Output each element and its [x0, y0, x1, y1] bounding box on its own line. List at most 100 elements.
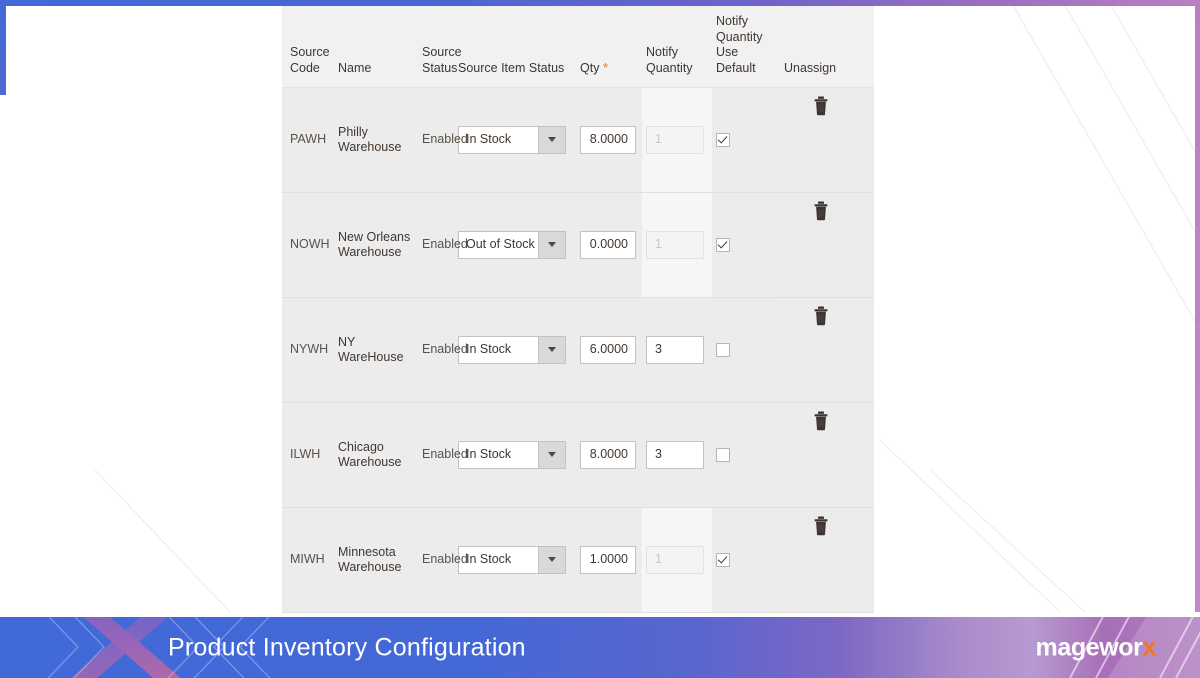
notify-quantity-input[interactable]: 3	[646, 440, 704, 469]
source-code-value: NOWH	[290, 237, 330, 252]
cell-qty: 8.0000	[576, 402, 642, 508]
cell-source-code: MIWH	[282, 507, 334, 613]
notify-qty-use-default-checkbox[interactable]	[716, 132, 730, 147]
source-item-status-value: In Stock	[466, 132, 512, 147]
qty-value: 8.0000	[589, 447, 628, 462]
banner-title: Product Inventory Configuration	[168, 633, 526, 661]
table-row: NOWH New Orleans Warehouse Enabled Out of St…	[282, 192, 874, 298]
source-item-status-select[interactable]: In Stock	[458, 440, 566, 469]
cell-qty: 6.0000	[576, 297, 642, 403]
cell-notify-quantity: 3	[642, 297, 712, 403]
table-row: PAWH Philly Warehouse Enabled In Stock 8.0000…	[282, 87, 874, 193]
cell-notify-quantity: 1	[642, 507, 712, 613]
qty-input[interactable]: 1.0000	[580, 545, 636, 574]
cell-name: Minnesota Warehouse	[334, 507, 418, 613]
header-line-1: Qty	[580, 60, 600, 75]
chevron-down-icon[interactable]	[538, 126, 565, 153]
source-item-status-value: In Stock	[466, 447, 512, 462]
cell-source-status: Enabled	[418, 402, 468, 508]
source-item-status-value: In Stock	[466, 552, 512, 567]
cell-source-status: Enabled	[418, 297, 468, 403]
header-line-2: Code	[290, 60, 320, 75]
header-row: Source Code Name Source Status Source It…	[282, 6, 874, 88]
notify-quantity-value: 3	[655, 342, 662, 357]
column-header-unassign: Unassign	[780, 6, 874, 88]
chevron-down-icon[interactable]	[538, 546, 565, 573]
trash-icon-glyph	[814, 306, 828, 325]
table-body: PAWH Philly Warehouse Enabled In Stock 8.0000…	[282, 87, 874, 613]
source-code-value: NYWH	[290, 342, 329, 357]
qty-input[interactable]: 6.0000	[580, 335, 636, 364]
cell-unassign	[780, 507, 874, 613]
trash-icon[interactable]	[812, 516, 870, 539]
source-name-line-1: Chicago	[338, 440, 384, 455]
cell-source-code: PAWH	[282, 87, 334, 193]
source-name-line-2: Warehouse	[338, 244, 402, 259]
cell-source-item-status: In Stock	[454, 507, 576, 613]
source-name-line-2: Warehouse	[338, 559, 402, 574]
logo-base-text: magewor	[1035, 633, 1143, 661]
cell-unassign	[780, 402, 874, 508]
cell-source-item-status: In Stock	[454, 297, 576, 403]
header-line-2: Status	[422, 60, 458, 75]
qty-input[interactable]: 8.0000	[580, 125, 636, 154]
qty-input[interactable]: 0.0000	[580, 230, 636, 259]
cell-notify-quantity: 1	[642, 87, 712, 193]
source-item-status-select[interactable]: In Stock	[458, 545, 566, 574]
trash-icon[interactable]	[812, 201, 870, 224]
slide-canvas: Source Code Name Source Status Source It…	[0, 0, 1200, 678]
column-header-notify-qty-use-default: Notify Quantity Use Default	[712, 6, 780, 88]
left-accent-strip	[0, 0, 6, 95]
qty-input[interactable]: 8.0000	[580, 440, 636, 469]
cell-source-item-status: In Stock	[454, 87, 576, 193]
required-asterisk: *	[602, 59, 608, 75]
trash-icon[interactable]	[812, 411, 870, 434]
qty-value: 8.0000	[589, 132, 628, 147]
notify-qty-use-default-checkbox[interactable]	[716, 342, 730, 357]
cell-source-code: ILWH	[282, 402, 334, 508]
trash-icon[interactable]	[812, 96, 870, 119]
notify-quantity-input: 1	[646, 230, 704, 259]
notify-qty-use-default-checkbox[interactable]	[716, 237, 730, 252]
trash-icon-glyph	[814, 516, 828, 535]
notify-quantity-value: 1	[655, 237, 662, 252]
source-name-line-2: Warehouse	[338, 139, 402, 154]
table-row: MIWH Minnesota Warehouse Enabled In Stock 1.0…	[282, 507, 874, 613]
qty-value: 0.0000	[589, 237, 628, 252]
inventory-sources-grid: Source Code Name Source Status Source It…	[282, 6, 874, 613]
chevron-down-icon[interactable]	[538, 441, 565, 468]
chevron-down-icon[interactable]	[538, 336, 565, 363]
source-name-line-1: New Orleans	[338, 230, 411, 245]
source-item-status-select[interactable]: In Stock	[458, 335, 566, 364]
header-line-2: Quantity	[646, 60, 693, 75]
header-line-1: Name	[338, 60, 372, 75]
header-line-3: Use Default	[716, 45, 756, 75]
column-header-source-status: Source Status	[418, 6, 462, 88]
cell-unassign	[780, 87, 874, 193]
source-name-line-1: NY	[338, 335, 356, 350]
trash-icon[interactable]	[812, 306, 870, 329]
source-code-value: PAWH	[290, 132, 327, 147]
table-header: Source Code Name Source Status Source It…	[282, 6, 874, 88]
column-header-notify-quantity: Notify Quantity	[642, 6, 712, 88]
notify-quantity-input[interactable]: 3	[646, 335, 704, 364]
cell-name: New Orleans Warehouse	[334, 192, 418, 298]
cell-notify-qty-use-default	[712, 87, 780, 193]
notify-quantity-input: 1	[646, 545, 704, 574]
trash-icon-glyph	[814, 411, 828, 430]
notify-quantity-value: 1	[655, 552, 662, 567]
header-line-2: Quantity	[716, 29, 763, 44]
source-item-status-select[interactable]: In Stock	[458, 125, 566, 154]
cell-qty: 1.0000	[576, 507, 642, 613]
cell-notify-qty-use-default	[712, 507, 780, 613]
chevron-down-icon[interactable]	[538, 231, 565, 258]
logo-accent-x: x	[1142, 633, 1156, 661]
source-item-status-select[interactable]: Out of Stock	[458, 230, 566, 259]
header-line-1: Notify	[716, 14, 748, 28]
source-code-value: ILWH	[290, 447, 321, 462]
notify-qty-use-default-checkbox[interactable]	[716, 552, 730, 567]
cell-notify-qty-use-default	[712, 297, 780, 403]
cell-source-item-status: In Stock	[454, 402, 576, 508]
notify-qty-use-default-checkbox[interactable]	[716, 447, 730, 462]
cell-unassign	[780, 192, 874, 298]
